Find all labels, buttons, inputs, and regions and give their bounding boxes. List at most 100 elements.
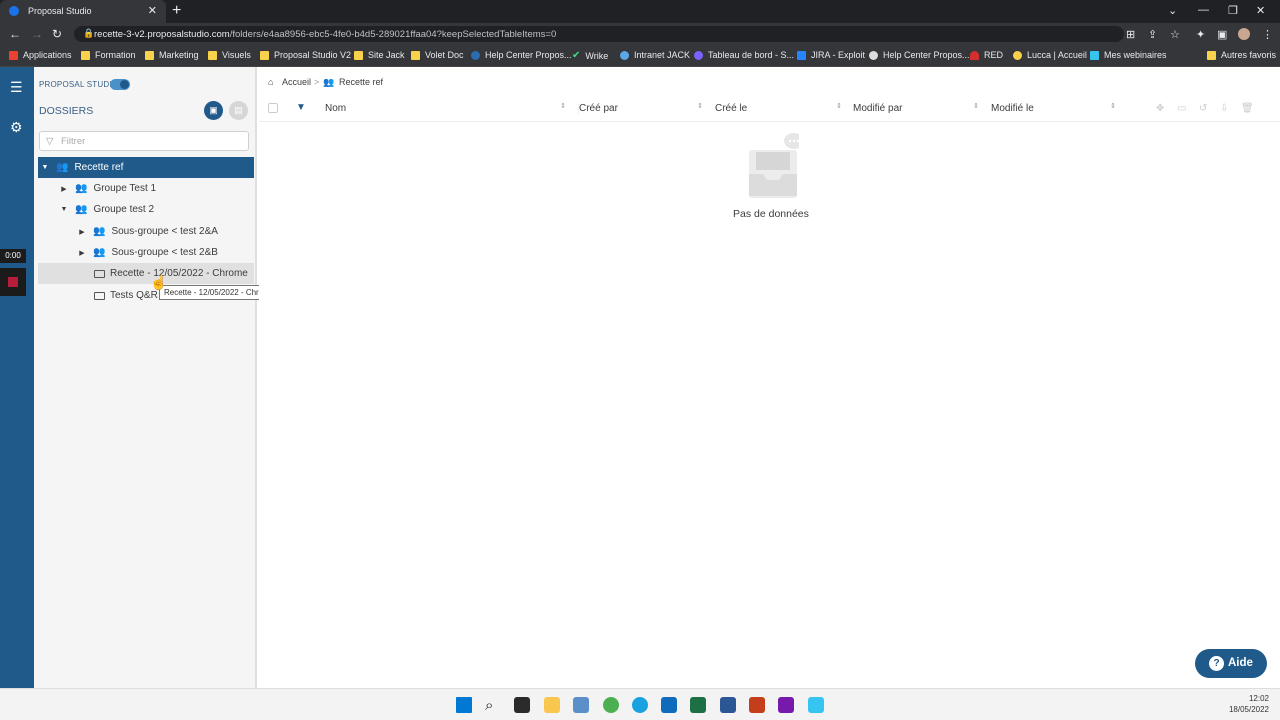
back-icon[interactable]: ← — [9, 27, 21, 41]
bookmark-proposal-studio[interactable]: Proposal Studio V2 — [260, 50, 351, 60]
new-folder-button[interactable]: ▣ — [204, 101, 223, 120]
bookmark-help-center-1[interactable]: Help Center Propos... — [471, 50, 572, 60]
address-toolbar: ← → ↻ 🔒 recette-3-v2.proposalstudio.com/… — [0, 23, 1280, 45]
main-content: ⌂ Accueil > 👥 Recette ref ▼ Nom ⇕ Créé p… — [259, 67, 1280, 688]
omnibox[interactable]: 🔒 recette-3-v2.proposalstudio.com/folder… — [74, 26, 1124, 42]
tree-item-recette-ref[interactable]: ▼ 👥 Recette ref — [38, 157, 254, 178]
profile-avatar[interactable] — [1238, 28, 1250, 40]
tab-title: Proposal Studio — [28, 6, 92, 16]
bookmark-webinaires[interactable]: Mes webinaires — [1090, 50, 1167, 60]
tree-item-recette-chrome[interactable]: Recette - 12/05/2022 - Chrome — [38, 263, 254, 284]
sort-icon[interactable]: ⇕ — [1110, 102, 1116, 110]
help-center-icon — [471, 50, 480, 60]
bookmark-volet-doc[interactable]: Volet Doc — [411, 50, 464, 60]
new-document-button[interactable]: ▤ — [229, 101, 248, 120]
bookmark-tableau-de-bord[interactable]: Tableau de bord - S... — [694, 50, 794, 60]
column-header-modifie-le[interactable]: Modifié le — [991, 103, 1034, 114]
undo-icon[interactable]: ↺ — [1199, 103, 1207, 114]
menu-icon[interactable]: ⋮ — [1262, 28, 1273, 41]
empty-state-text: Pas de données — [733, 208, 809, 220]
restore-icon[interactable]: ❐ — [1228, 4, 1238, 17]
bookmark-intranet-jack[interactable]: Intranet JACK — [620, 50, 690, 60]
column-header-nom[interactable]: Nom — [325, 103, 346, 114]
reload-icon[interactable]: ↻ — [52, 27, 62, 41]
sort-icon[interactable]: ⇕ — [973, 102, 979, 110]
sort-icon[interactable]: ⇕ — [836, 102, 842, 110]
file-explorer-icon[interactable] — [544, 697, 560, 713]
move-icon[interactable]: ✥ — [1156, 103, 1164, 114]
bookmark-site-jack[interactable]: Site Jack — [354, 50, 405, 60]
download-icon[interactable]: ⇩ — [1220, 103, 1228, 114]
bookmark-star-icon[interactable]: ☆ — [1170, 28, 1180, 41]
share-icon[interactable]: ⇪ — [1148, 28, 1157, 41]
excel-icon[interactable] — [690, 697, 706, 713]
caret-down-icon[interactable]: ▼ — [59, 206, 69, 213]
window-close-icon[interactable]: ✕ — [1256, 4, 1265, 17]
archive-icon[interactable]: ▭ — [1177, 103, 1186, 114]
group-icon: 👥 — [93, 247, 106, 258]
caret-down-icon[interactable]: ▼ — [40, 164, 50, 171]
filter-placeholder: Filtrer — [61, 136, 86, 147]
filter-icon[interactable]: ▼ — [296, 102, 306, 113]
bookmark-visuels[interactable]: Visuels — [208, 50, 251, 60]
tree-item-sous-groupe-a[interactable]: ▶ 👥 Sous-groupe < test 2&A — [38, 221, 254, 242]
caret-right-icon[interactable]: ▶ — [59, 185, 69, 193]
tree-item-groupe-test-1[interactable]: ▶ 👥 Groupe Test 1 — [38, 178, 254, 199]
stop-recording-button[interactable] — [0, 268, 26, 296]
hamburger-menu-icon[interactable]: ☰ — [10, 79, 23, 96]
edge-icon[interactable] — [632, 697, 648, 713]
side-panel-icon[interactable]: ▣ — [1217, 28, 1227, 41]
filter-input[interactable]: ▽ Filtrer — [39, 131, 249, 151]
bookmark-red[interactable]: RED — [970, 50, 1003, 60]
bookmark-lucca[interactable]: Lucca | Accueil — [1013, 50, 1087, 60]
bookmark-help-center-2[interactable]: Help Center Propos... — [869, 50, 970, 60]
section-title: DOSSIERS — [39, 105, 94, 117]
sort-icon[interactable]: ⇕ — [560, 102, 566, 110]
new-tab-icon[interactable]: + — [172, 2, 181, 20]
system-clock[interactable]: 12:02 18/05/2022 — [1229, 693, 1269, 715]
powerpoint-icon[interactable] — [749, 697, 765, 713]
chrome-icon[interactable] — [603, 697, 619, 713]
task-view-icon[interactable] — [514, 697, 530, 713]
bookmark-marketing[interactable]: Marketing — [145, 50, 199, 60]
column-header-cree-le[interactable]: Créé le — [715, 103, 747, 114]
trash-icon[interactable]: 🗑 — [1241, 103, 1254, 114]
close-tab-icon[interactable]: ✕ — [148, 4, 157, 17]
onenote-icon[interactable] — [778, 697, 794, 713]
word-icon[interactable] — [720, 697, 736, 713]
column-header-cree-par[interactable]: Créé par — [578, 103, 618, 114]
minimize-icon[interactable]: — — [1198, 4, 1209, 16]
brand-label: PROPOSAL STUDIO — [39, 80, 119, 89]
select-all-checkbox[interactable] — [268, 103, 278, 113]
outlook-icon[interactable] — [661, 697, 677, 713]
bookmark-formation[interactable]: Formation — [81, 50, 136, 60]
bookmark-wrike[interactable]: ✔ Wrike — [572, 50, 608, 61]
help-button[interactable]: ? Aide — [1195, 649, 1267, 678]
extensions-icon[interactable]: ✦ — [1196, 28, 1205, 41]
tree-item-sous-groupe-b[interactable]: ▶ 👥 Sous-groupe < test 2&B — [38, 242, 254, 263]
breadcrumb-home[interactable]: Accueil — [282, 77, 311, 87]
bookmark-jira[interactable]: JIRA - Exploit — [797, 50, 865, 60]
browser-tab[interactable]: Proposal Studio ✕ — [0, 0, 166, 23]
tree-item-groupe-test-2[interactable]: ▼ 👥 Groupe test 2 — [38, 199, 254, 220]
settings-gear-icon[interactable]: ⚙ — [10, 119, 23, 136]
column-header-modifie-par[interactable]: Modifié par — [853, 103, 902, 114]
tab-search-icon[interactable]: ⌄ — [1168, 4, 1177, 17]
forward-icon[interactable]: → — [31, 27, 43, 41]
slack-icon[interactable] — [808, 697, 824, 713]
apps-grid-icon — [9, 50, 18, 60]
folders-sidebar: PROPOSAL STUDIO DOSSIERS ▣ ▤ ▽ Filtrer ▼… — [34, 67, 257, 688]
caret-right-icon[interactable]: ▶ — [77, 249, 87, 257]
bookmark-autres-favoris[interactable]: Autres favoris — [1207, 50, 1276, 60]
caret-right-icon[interactable]: ▶ — [77, 228, 87, 236]
search-icon[interactable]: ⌕ — [485, 697, 501, 714]
brand-toggle[interactable] — [110, 79, 130, 90]
snipping-tool-icon[interactable] — [573, 697, 589, 713]
windows-start-icon[interactable] — [456, 697, 472, 713]
home-icon[interactable]: ⌂ — [268, 77, 273, 87]
stop-icon — [8, 277, 18, 287]
sort-icon[interactable]: ⇕ — [697, 102, 703, 110]
table-header: ▼ Nom ⇕ Créé par ⇕ Créé le ⇕ Modifié par… — [259, 97, 1280, 122]
bookmark-applications[interactable]: Applications — [9, 50, 72, 60]
translate-icon[interactable]: ⊞ — [1126, 28, 1135, 41]
